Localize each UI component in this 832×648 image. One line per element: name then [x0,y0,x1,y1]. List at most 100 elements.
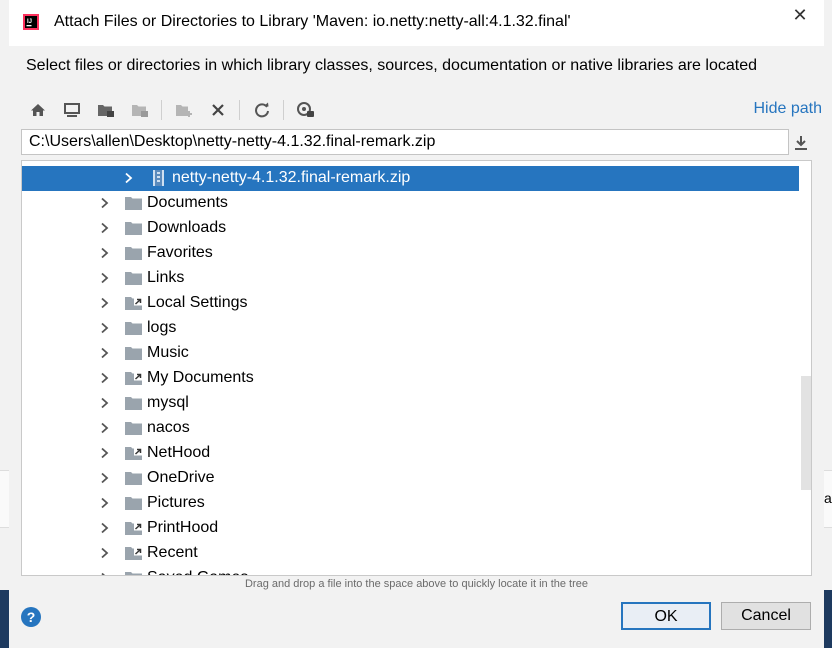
tree-item-label: Music [147,344,189,361]
svg-text:IJ: IJ [27,19,32,25]
tree-row[interactable]: NetHood [22,441,811,466]
tree-item-label: My Documents [147,369,254,386]
background-text: ar [824,490,832,506]
path-input[interactable]: C:\Users\allen\Desktop\netty-netty-4.1.3… [21,129,789,155]
folder-icon [125,397,142,410]
attach-files-dialog: IJ Attach Files or Directories to Librar… [9,0,824,648]
chevron-right-icon[interactable] [123,172,135,184]
tree-row[interactable]: Music [22,341,811,366]
tree-row[interactable]: Documents [22,191,811,216]
tree-item-label: Links [147,269,185,286]
tree-row[interactable]: Downloads [22,216,811,241]
tree-row[interactable]: Favorites [22,241,811,266]
folder-icon [125,222,142,235]
chevron-right-icon[interactable] [99,522,111,534]
toolbar-separator [239,100,240,120]
folder-icon [125,272,142,285]
tree-item-label: nacos [147,419,190,436]
background-window-edge [0,470,9,528]
folder-link-icon [125,547,142,560]
toolbar-separator [283,100,284,120]
chevron-right-icon[interactable] [99,197,111,209]
tree-row[interactable]: nacos [22,416,811,441]
ok-button[interactable]: OK [621,602,711,630]
tree-row[interactable]: OneDrive [22,466,811,491]
title-bar: IJ Attach Files or Directories to Librar… [9,0,824,46]
scrollbar-thumb[interactable] [801,376,811,490]
zip-archive-icon [153,170,164,186]
dialog-description: Select files or directories in which lib… [26,57,757,74]
tree-item-label: NetHood [147,444,211,461]
folder-link-icon [125,447,142,460]
folder-link-icon [125,372,142,385]
tree-item-label: PrintHood [147,519,219,536]
tree-row[interactable]: Pictures [22,491,811,516]
tree-item-label: Recent [147,544,198,561]
tree-row[interactable]: Recent [22,541,811,566]
tree-item-label: Local Settings [147,294,248,311]
chevron-right-icon[interactable] [99,572,111,576]
chevron-right-icon[interactable] [99,497,111,509]
folder-icon [125,197,142,210]
module-folder-icon[interactable] [129,99,151,121]
background-window-right: ar [824,0,832,590]
delete-icon[interactable] [207,99,229,121]
tree-row[interactable]: Local Settings [22,291,811,316]
chevron-right-icon[interactable] [99,397,111,409]
dialog-title: Attach Files or Directories to Library '… [54,13,571,30]
toolbar-separator [161,100,162,120]
chevron-right-icon[interactable] [99,547,111,559]
drag-drop-hint: Drag and drop a file into the space abov… [244,578,589,590]
folder-icon [125,497,142,510]
tree-item-label: logs [147,319,177,336]
folder-icon [125,572,142,575]
tree-item-label: Pictures [147,494,205,511]
folder-link-icon [125,522,142,535]
folder-icon [125,422,142,435]
project-folder-icon[interactable] [95,99,117,121]
tree-row-selected[interactable]: netty-netty-4.1.32.final-remark.zip [22,166,811,191]
download-icon[interactable] [793,133,811,153]
vertical-scrollbar[interactable] [799,161,811,575]
chevron-right-icon[interactable] [99,447,111,459]
folder-icon [125,247,142,260]
tree-item-label: Downloads [147,219,227,236]
tree-item-label: Saved Games [147,569,248,575]
chevron-right-icon[interactable] [99,222,111,234]
chevron-right-icon[interactable] [99,372,111,384]
cancel-button[interactable]: Cancel [721,602,811,630]
close-icon[interactable]: ✕ [790,5,810,25]
tree-row[interactable]: PrintHood [22,516,811,541]
chevron-right-icon[interactable] [99,472,111,484]
tree-item-label: Favorites [147,244,213,261]
tree-item-label: Documents [147,194,228,211]
chevron-right-icon[interactable] [99,347,111,359]
tree-row[interactable]: logs [22,316,811,341]
tree-item-label: netty-netty-4.1.32.final-remark.zip [172,169,411,186]
file-tree[interactable]: netty-netty-4.1.32.final-remark.zip Docu… [21,160,812,576]
chevron-right-icon[interactable] [99,322,111,334]
folder-icon [125,472,142,485]
chevron-right-icon[interactable] [99,422,111,434]
help-button[interactable]: ? [21,607,41,627]
tree-row[interactable]: Links [22,266,811,291]
file-chooser-toolbar: Hide path [23,96,823,124]
chevron-right-icon[interactable] [99,272,111,284]
chevron-right-icon[interactable] [99,297,111,309]
hide-path-link[interactable]: Hide path [754,100,823,118]
home-icon[interactable] [27,99,49,121]
tree-row[interactable]: Saved Games [22,566,811,576]
folder-icon [125,347,142,360]
folder-icon [125,322,142,335]
show-hidden-icon[interactable] [295,99,317,121]
tree-row[interactable]: My Documents [22,366,811,391]
intellij-app-icon: IJ [23,14,39,30]
desktop-icon[interactable] [61,99,83,121]
partial-row-icon [222,160,262,163]
tree-item-label: mysql [147,394,189,411]
chevron-right-icon[interactable] [99,247,111,259]
refresh-icon[interactable] [251,99,273,121]
tree-row[interactable]: mysql [22,391,811,416]
new-folder-icon[interactable] [173,99,195,121]
tree-item-label: OneDrive [147,469,215,486]
